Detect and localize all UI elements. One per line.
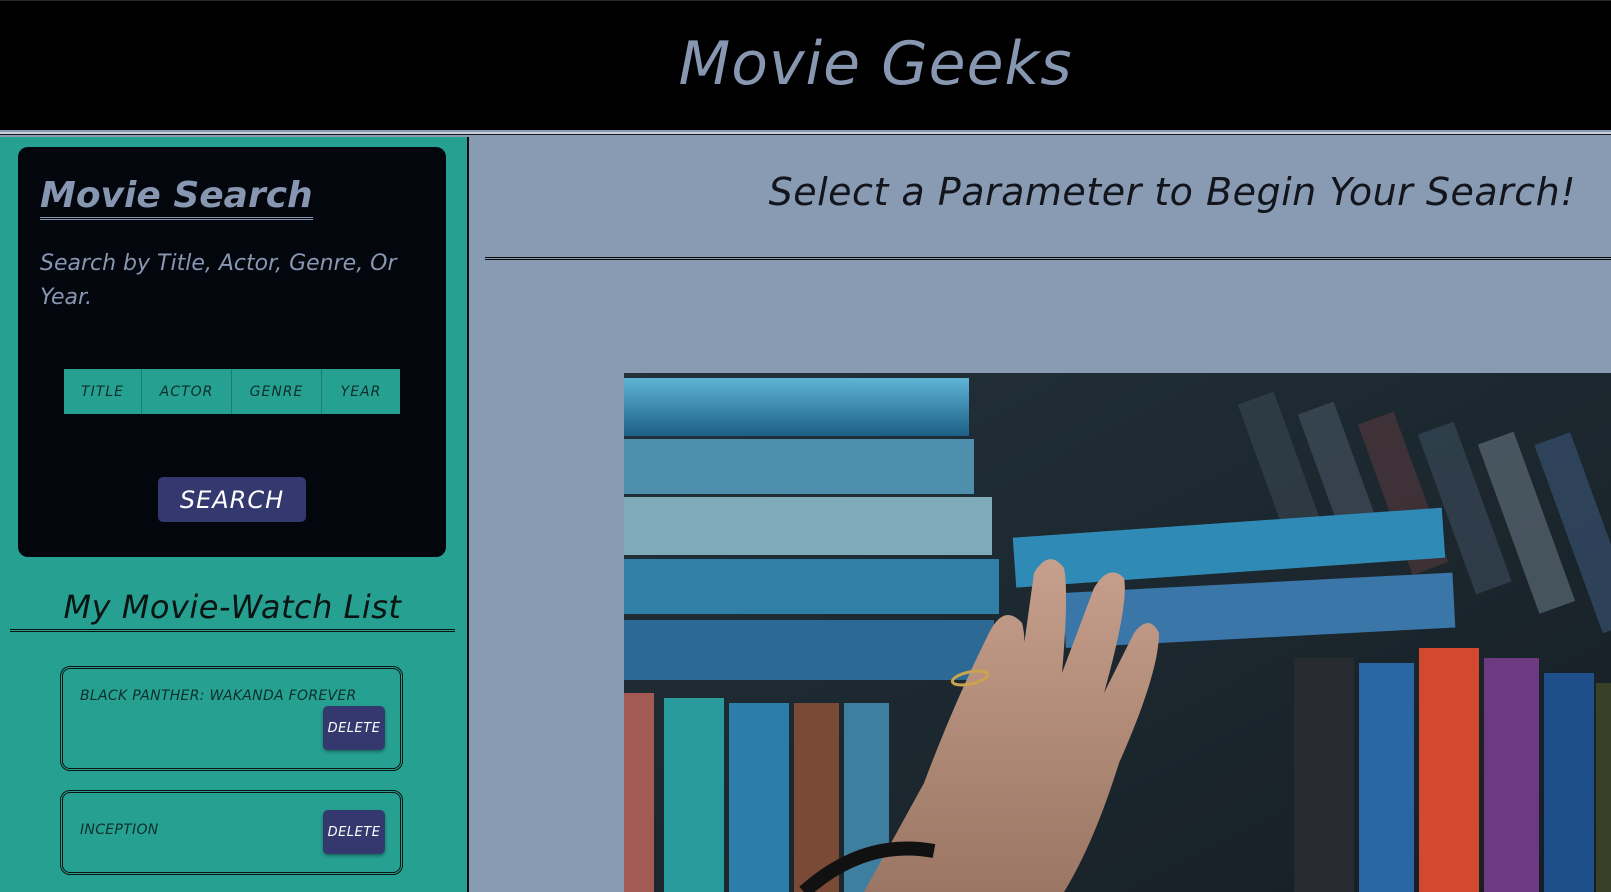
watch-list-item: INCEPTION DELETE	[60, 790, 403, 875]
site-title: Movie Geeks	[678, 29, 1073, 99]
movie-search-description: Search by Title, Actor, Genre, Or Year.	[40, 251, 397, 310]
delete-button[interactable]: DELETE	[323, 810, 385, 854]
param-title-button[interactable]: TITLE	[64, 369, 142, 414]
main-divider	[485, 257, 1611, 260]
watch-list-item-name: BLACK PANTHER: WAKANDA FOREVER	[80, 688, 357, 704]
search-parameter-group: TITLE ACTOR GENRE YEAR	[64, 369, 400, 414]
main-heading: Select a Parameter to Begin Your Search!	[768, 170, 1576, 214]
watch-list-item-name: INCEPTION	[80, 822, 159, 838]
site-header: Movie Geeks	[0, 0, 1611, 130]
movie-search-card: Movie Search Search by Title, Actor, Gen…	[18, 147, 446, 557]
sidebar: Movie Search Search by Title, Actor, Gen…	[0, 137, 469, 892]
param-year-button[interactable]: YEAR	[322, 369, 400, 414]
delete-button[interactable]: DELETE	[323, 706, 385, 750]
hero-image	[624, 373, 1611, 892]
movie-search-title: Movie Search	[40, 175, 313, 220]
watch-list-title: My Movie-Watch List	[10, 585, 455, 632]
param-genre-button[interactable]: GENRE	[232, 369, 322, 414]
header-divider	[0, 132, 1611, 135]
watch-list-item: BLACK PANTHER: WAKANDA FOREVER DELETE	[60, 666, 403, 771]
search-button[interactable]: SEARCH	[158, 477, 306, 522]
param-actor-button[interactable]: ACTOR	[142, 369, 232, 414]
